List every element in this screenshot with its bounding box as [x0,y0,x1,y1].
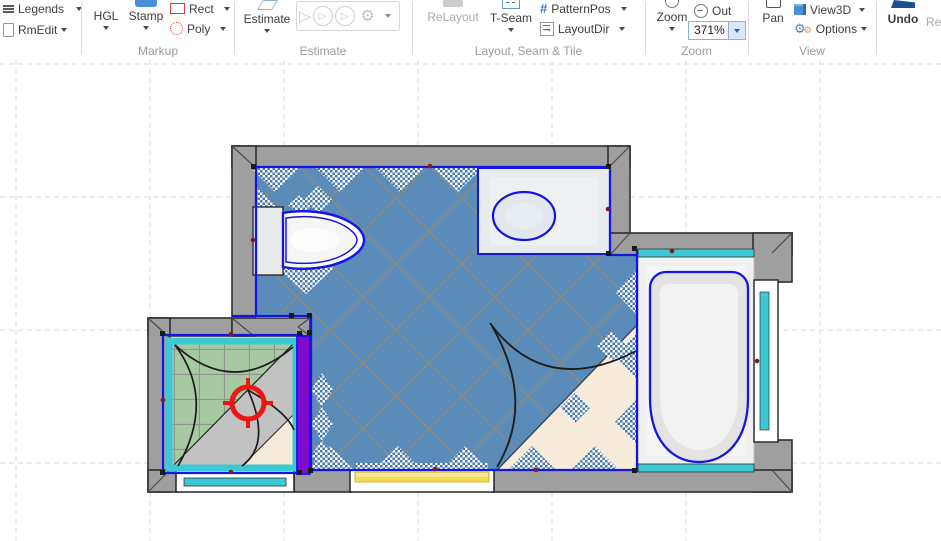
tseam-button[interactable]: T-Seam [486,0,536,32]
pan-hand-icon [766,0,781,8]
estimate-label: Estimate [244,12,291,26]
undo-label: Undo [888,12,919,26]
rectangle-icon [170,3,185,14]
chevron-down-icon [734,29,740,33]
run-step-icon[interactable] [313,6,333,26]
t-seam-icon [502,0,520,9]
rect-markup-button[interactable]: Rect [170,0,230,17]
patternpos-dropdown-arrow[interactable] [621,7,627,11]
redo-button: Re [926,15,941,29]
rmedit-button[interactable]: RmEdit [3,21,82,38]
group-separator [645,2,646,54]
stamp-dropdown-arrow[interactable] [143,26,149,30]
floor-plan-svg[interactable] [0,60,941,541]
legends-button[interactable]: Legends [3,0,82,17]
zoom-button-label: Zoom [657,10,688,24]
zoom-out-button[interactable]: Out [694,2,731,19]
group-separator [876,2,877,54]
zoom-out-icon [694,4,708,18]
legends-label: Legends [18,2,64,16]
hgl-button[interactable]: HGL [88,9,124,30]
magnifier-icon [665,0,679,8]
estimate-flag-icon [256,0,277,10]
estimate-run-dropdown-arrow[interactable] [385,14,391,18]
options-button[interactable]: Options [794,20,867,37]
layout-group-label: Layout, Seam & Tile [414,44,643,58]
patternpos-label: PatternPos [551,2,610,16]
relayout-icon [443,0,463,7]
estimate-run-toolbar [296,1,400,31]
zoom-in-button[interactable]: Zoom [652,0,692,31]
relayout-button: ReLayout [424,0,482,24]
hgl-dropdown-arrow[interactable] [103,26,109,30]
group-separator [234,2,235,54]
pan-button[interactable]: Pan [756,0,790,25]
run-all-icon[interactable] [335,6,355,26]
tseam-dropdown-arrow[interactable] [508,28,514,32]
ribbon-toolbar: Legends RmEdit HGL Stamp Rect [0,0,941,60]
view3d-dropdown-arrow[interactable] [859,8,865,12]
teal-edge-strip-top [638,249,754,257]
rmedit-label: RmEdit [18,23,57,37]
pan-label: Pan [762,11,783,25]
tseam-label: T-Seam [490,11,532,25]
options-gear-small-icon [804,22,812,36]
zoom-level-value: 371% [689,22,728,39]
undo-arrow-icon [891,0,915,8]
markup-group-label: Markup [84,44,232,58]
room-edit-page-icon [3,23,14,37]
polygon-icon [170,22,183,35]
patternpos-button[interactable]: PatternPos [540,0,627,17]
group-separator [81,2,82,54]
undo-button[interactable]: Undo [884,0,922,26]
hgl-label: HGL [94,9,119,23]
rect-dropdown-arrow[interactable] [224,7,230,11]
poly-dropdown-arrow[interactable] [220,27,226,31]
yellow-threshold-highlight [356,473,488,477]
layoutdir-dropdown-arrow[interactable] [619,27,625,31]
vanity-counter[interactable] [478,168,610,254]
zoom-out-label: Out [712,4,731,18]
stamp-icon [135,0,157,7]
estimate-settings-gear-icon[interactable] [361,6,375,26]
group-separator [748,2,749,54]
legends-list-icon [3,5,14,7]
layoutdir-button[interactable]: LayoutDir [540,20,627,37]
stamp-label: Stamp [129,9,164,23]
window-glass-strip [760,292,769,430]
zoom-level-dropdown-button[interactable] [728,22,745,39]
redo-label: Re [926,15,941,29]
pattern-position-grid-icon [540,1,547,16]
view3d-button[interactable]: View3D [794,1,867,18]
toilet-tank [253,207,283,275]
view-group-label: View [750,44,874,58]
layoutdir-label: LayoutDir [558,22,609,36]
app-window: Legends RmEdit HGL Stamp Rect [0,0,941,541]
estimate-group-label: Estimate [236,44,410,58]
rmedit-dropdown-arrow[interactable] [61,28,67,32]
teal-threshold-strip [184,478,286,486]
options-label: Options [816,22,857,36]
poly-markup-button[interactable]: Poly [170,20,230,37]
view3d-label: View3D [810,3,851,17]
layout-direction-icon [540,22,554,36]
estimate-dropdown-arrow[interactable] [264,29,270,33]
teal-edge-strip-bottom [638,464,754,472]
rect-label: Rect [189,2,214,16]
poly-label: Poly [187,22,210,36]
cube-3d-icon [794,4,806,15]
relayout-label: ReLayout [427,10,478,24]
run-estimate-icon[interactable] [299,7,311,25]
options-dropdown-arrow[interactable] [861,27,867,31]
drawing-canvas[interactable] [0,60,941,541]
door-opening-main[interactable] [350,470,494,492]
transition-strip-purple[interactable] [297,336,310,474]
stamp-button[interactable]: Stamp [124,0,168,30]
zoom-group-label: Zoom [647,44,746,58]
zoom-level-combobox[interactable]: 371% [688,21,746,40]
zoom-dropdown-arrow[interactable] [669,27,675,31]
estimate-button[interactable]: Estimate [240,0,294,33]
group-separator [412,2,413,54]
